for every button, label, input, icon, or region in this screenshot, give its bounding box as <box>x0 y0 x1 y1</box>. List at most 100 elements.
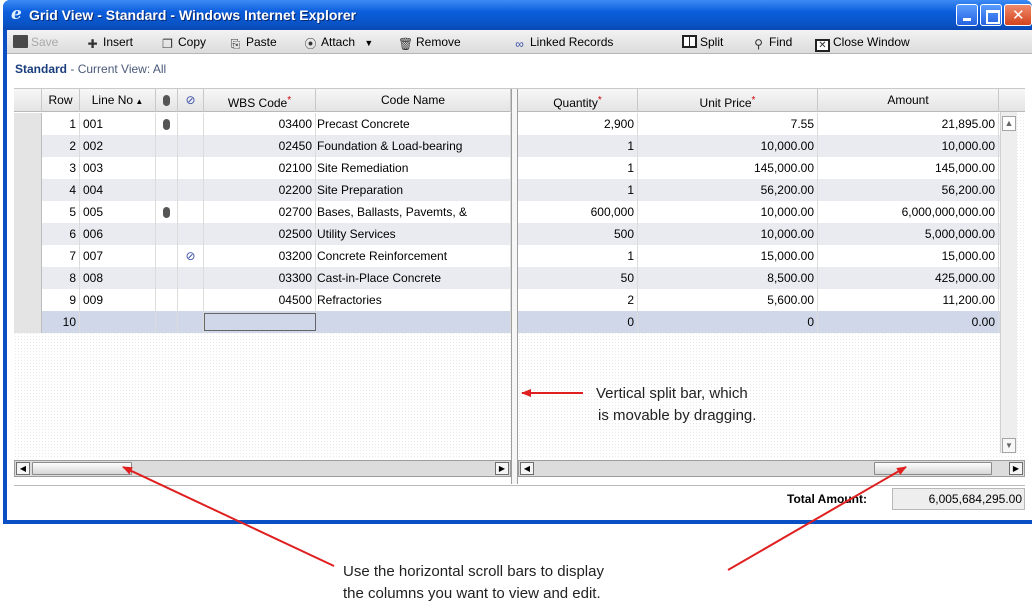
table-row[interactable]: 1 56,200.00 56,200.00 <box>518 179 1000 201</box>
table-row[interactable]: 600,000 10,000.00 6,000,000,000.00 <box>518 201 1000 223</box>
insert-button[interactable]: ✚ Insert <box>85 34 133 51</box>
cell-quantity[interactable]: 2 <box>518 289 638 311</box>
row-selector[interactable] <box>14 267 42 289</box>
copy-button[interactable]: ❐ Copy <box>160 34 206 51</box>
cell-wbs-code[interactable]: 03200 <box>204 245 316 267</box>
cell-line-no[interactable] <box>80 311 156 333</box>
row-selector[interactable] <box>14 113 42 135</box>
cell-attachment[interactable] <box>156 157 178 179</box>
title-bar[interactable]: e Grid View - Standard - Windows Interne… <box>3 0 1032 30</box>
linked-records-button[interactable]: ∞ Linked Records <box>512 34 613 51</box>
cell-line-no[interactable]: 009 <box>80 289 156 311</box>
column-header-row[interactable]: Row <box>42 89 80 112</box>
cell-wbs-code[interactable]: 03300 <box>204 267 316 289</box>
cell-quantity[interactable]: 1 <box>518 179 638 201</box>
cell-code-name[interactable]: Utility Services <box>316 223 511 245</box>
cell-unit-price[interactable]: 10,000.00 <box>638 223 818 245</box>
left-horizontal-scrollbar[interactable]: ◀ ▶ <box>14 460 511 477</box>
table-row[interactable]: 4 004 02200 Site Preparation <box>14 179 511 201</box>
table-row[interactable]: 1 15,000.00 15,000.00 <box>518 245 1000 267</box>
table-row[interactable]: 8 008 03300 Cast-in-Place Concrete <box>14 267 511 289</box>
table-row[interactable]: 6 006 02500 Utility Services <box>14 223 511 245</box>
cell-quantity[interactable]: 1 <box>518 135 638 157</box>
cell-attachment[interactable] <box>156 113 178 135</box>
scroll-down-arrow-icon[interactable]: ▼ <box>1002 438 1016 453</box>
cell-quantity[interactable]: 1 <box>518 245 638 267</box>
view-name[interactable]: Standard <box>15 62 67 76</box>
table-row[interactable]: 7 007 ⊘ 03200 Concrete Reinforcement <box>14 245 511 267</box>
cell-unit-price[interactable]: 10,000.00 <box>638 135 818 157</box>
cell-unit-price[interactable]: 8,500.00 <box>638 267 818 289</box>
cell-line-no[interactable]: 003 <box>80 157 156 179</box>
scroll-up-arrow-icon[interactable]: ▲ <box>1002 116 1016 131</box>
paste-button[interactable]: ⎘ Paste <box>228 34 277 51</box>
cell-unit-price[interactable]: 145,000.00 <box>638 157 818 179</box>
cell-line-no[interactable]: 002 <box>80 135 156 157</box>
cell-unit-price[interactable]: 10,000.00 <box>638 201 818 223</box>
cell-code-name[interactable]: Bases, Ballasts, Pavemts, & <box>316 201 511 223</box>
split-button[interactable]: Split <box>682 34 723 50</box>
cell-link[interactable] <box>178 311 204 333</box>
table-row[interactable]: 2,900 7.55 21,895.00 <box>518 113 1000 135</box>
vertical-scrollbar[interactable]: ▲ ▼ <box>1000 112 1017 453</box>
cell-link[interactable] <box>178 267 204 289</box>
cell-line-no[interactable]: 008 <box>80 267 156 289</box>
column-header-wbs-code[interactable]: WBS Code* <box>204 89 316 112</box>
table-row[interactable]: 500 10,000.00 5,000,000.00 <box>518 223 1000 245</box>
cell-code-name[interactable]: Site Preparation <box>316 179 511 201</box>
attach-button[interactable]: ⦿ Attach ▼ <box>303 34 373 51</box>
scroll-left-arrow-icon[interactable]: ◀ <box>520 462 534 475</box>
column-header-amount[interactable]: Amount <box>818 89 999 112</box>
cell-link[interactable] <box>178 223 204 245</box>
vertical-split-bar[interactable] <box>511 89 518 484</box>
cell-attachment[interactable] <box>156 311 178 333</box>
column-header-code-name[interactable]: Code Name <box>316 89 511 112</box>
cell-link[interactable]: ⊘ <box>178 245 204 267</box>
find-button[interactable]: ⚲ Find <box>751 34 792 51</box>
scroll-right-arrow-icon[interactable]: ▶ <box>1009 462 1023 475</box>
cell-unit-price[interactable]: 15,000.00 <box>638 245 818 267</box>
cell-attachment[interactable] <box>156 223 178 245</box>
close-window-x-button[interactable] <box>1004 4 1032 26</box>
cell-code-name[interactable] <box>316 311 511 333</box>
column-header-line-no[interactable]: Line No ▲ <box>80 89 156 112</box>
table-row[interactable]: 2 002 02450 Foundation & Load-bearing <box>14 135 511 157</box>
cell-quantity[interactable]: 600,000 <box>518 201 638 223</box>
cell-wbs-code[interactable]: 04500 <box>204 289 316 311</box>
table-row[interactable]: 1 10,000.00 10,000.00 <box>518 135 1000 157</box>
cell-line-no[interactable]: 005 <box>80 201 156 223</box>
cell-unit-price[interactable]: 7.55 <box>638 113 818 135</box>
remove-button[interactable]: 🗑 Remove <box>398 34 461 51</box>
row-selector[interactable] <box>14 245 42 267</box>
table-row[interactable]: 50 8,500.00 425,000.00 <box>518 267 1000 289</box>
cell-line-no[interactable]: 007 <box>80 245 156 267</box>
cell-line-no[interactable]: 001 <box>80 113 156 135</box>
cell-quantity[interactable]: 50 <box>518 267 638 289</box>
cell-code-name[interactable]: Cast-in-Place Concrete <box>316 267 511 289</box>
cell-wbs-code[interactable]: 03400 <box>204 113 316 135</box>
cell-wbs-code[interactable]: 02450 <box>204 135 316 157</box>
table-row[interactable]: 1 001 03400 Precast Concrete <box>14 113 511 135</box>
cell-link[interactable] <box>178 179 204 201</box>
table-row[interactable]: 5 005 02700 Bases, Ballasts, Pavemts, & <box>14 201 511 223</box>
row-selector[interactable] <box>14 201 42 223</box>
cell-attachment[interactable] <box>156 201 178 223</box>
save-button[interactable]: Save <box>13 34 58 50</box>
row-selector[interactable] <box>14 223 42 245</box>
left-scroll-thumb[interactable] <box>32 462 132 475</box>
wbs-code-editor[interactable] <box>204 313 316 331</box>
cell-code-name[interactable]: Site Remediation <box>316 157 511 179</box>
cell-quantity[interactable]: 1 <box>518 157 638 179</box>
dropdown-arrow-icon[interactable]: ▼ <box>364 38 373 48</box>
cell-attachment[interactable] <box>156 245 178 267</box>
row-selector[interactable] <box>14 179 42 201</box>
cell-attachment[interactable] <box>156 267 178 289</box>
cell-code-name[interactable]: Precast Concrete <box>316 113 511 135</box>
cell-code-name[interactable]: Concrete Reinforcement <box>316 245 511 267</box>
row-selector[interactable] <box>14 157 42 179</box>
cell-wbs-code[interactable]: 02200 <box>204 179 316 201</box>
column-header-unit-price[interactable]: Unit Price* <box>638 89 818 112</box>
cell-attachment[interactable] <box>156 179 178 201</box>
table-row[interactable]: 9 009 04500 Refractories <box>14 289 511 311</box>
cell-link[interactable] <box>178 157 204 179</box>
